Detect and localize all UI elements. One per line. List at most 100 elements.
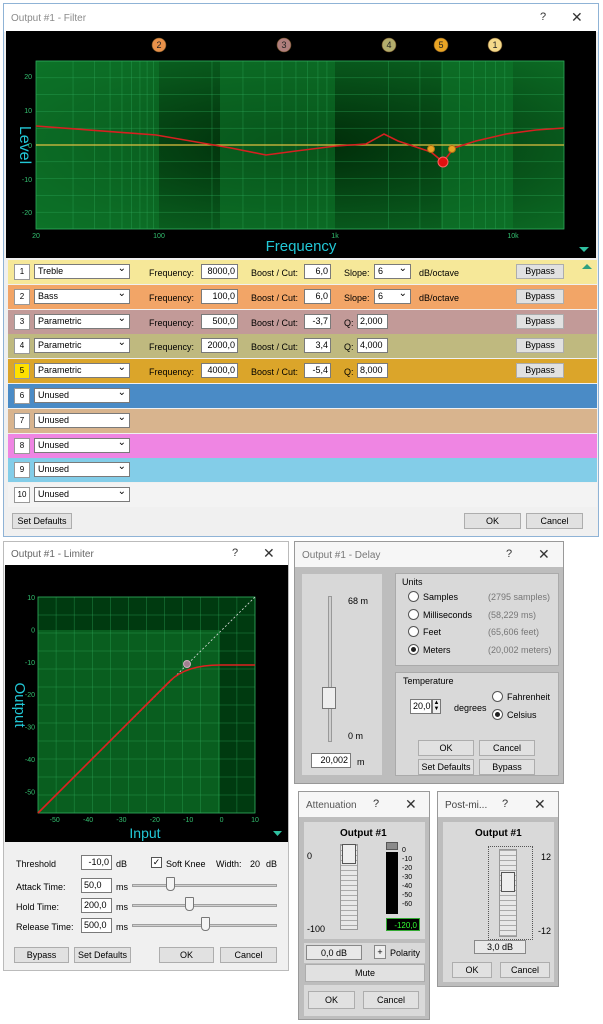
- bypass-button[interactable]: Bypass: [516, 338, 564, 354]
- gain-slider-thumb[interactable]: [501, 872, 515, 892]
- expand-arrow-icon[interactable]: [579, 247, 589, 252]
- boost-cut-input[interactable]: -3,7: [304, 313, 331, 329]
- help-icon[interactable]: ?: [373, 798, 379, 810]
- cancel-button[interactable]: Cancel: [220, 947, 277, 963]
- collapse-arrow-icon[interactable]: [582, 264, 592, 269]
- band-type-select[interactable]: Treble: [34, 262, 130, 279]
- help-icon[interactable]: ?: [540, 11, 546, 23]
- band-handle-selected[interactable]: [437, 156, 449, 168]
- band-type-select[interactable]: Bass: [34, 287, 130, 304]
- frequency-input[interactable]: 100,0: [201, 288, 238, 304]
- threshold-input[interactable]: -10,0: [81, 855, 112, 870]
- release-input[interactable]: 500,0: [81, 918, 112, 933]
- unit-radio-meters[interactable]: [408, 643, 419, 655]
- bypass-button[interactable]: Bypass: [516, 264, 564, 279]
- slope-select[interactable]: 6: [374, 287, 411, 304]
- gain-slider[interactable]: [499, 849, 517, 937]
- hold-input[interactable]: 200,0: [81, 898, 112, 913]
- frequency-input[interactable]: 8000,0: [201, 264, 238, 279]
- filter-graph-panel[interactable]: 20 10 0 -10 -20 20 100 1k 10k Level Frequency 23…: [6, 31, 596, 258]
- bypass-button[interactable]: Bypass: [516, 288, 564, 304]
- unit-radio-samples[interactable]: [408, 591, 419, 602]
- q-input[interactable]: 4,000: [357, 338, 388, 354]
- cancel-button[interactable]: Cancel: [526, 513, 583, 529]
- close-icon[interactable]: ✕: [538, 546, 550, 563]
- bypass-button[interactable]: Bypass: [479, 759, 535, 775]
- band-number[interactable]: 1: [14, 264, 30, 280]
- close-icon[interactable]: ✕: [263, 545, 275, 562]
- close-icon[interactable]: ✕: [571, 9, 583, 26]
- band-handle-4[interactable]: [427, 145, 435, 153]
- band-type-select[interactable]: Parametric: [34, 361, 130, 379]
- ok-button[interactable]: OK: [308, 991, 355, 1009]
- bypass-button[interactable]: Bypass: [516, 363, 564, 379]
- close-icon[interactable]: ✕: [534, 796, 546, 813]
- release-slider-thumb[interactable]: [200, 917, 210, 931]
- q-input[interactable]: 2,000: [357, 313, 388, 329]
- attenuation-slider-thumb[interactable]: [342, 844, 356, 864]
- help-icon[interactable]: ?: [502, 798, 508, 810]
- slope-select[interactable]: 6: [374, 262, 411, 279]
- band-number[interactable]: 9: [14, 462, 30, 479]
- band-number[interactable]: 10: [14, 487, 30, 504]
- band-handle-5[interactable]: [448, 145, 456, 153]
- hold-slider[interactable]: [132, 904, 277, 907]
- band-number[interactable]: 7: [14, 412, 30, 429]
- unit-radio-feet[interactable]: [408, 626, 419, 637]
- delay-slider-thumb[interactable]: [322, 687, 336, 709]
- soft-knee-checkbox[interactable]: ✓: [151, 857, 162, 868]
- cancel-button[interactable]: Cancel: [479, 740, 535, 756]
- filter-response-graph[interactable]: 20100-10-2020 100 1k 10k Level Frequency 23…: [6, 31, 596, 258]
- band-number[interactable]: 5: [14, 363, 30, 380]
- set-defaults-button[interactable]: Set Defaults: [74, 947, 131, 963]
- limiter-curve-graph[interactable]: 100-10-20-30-40-50-50 -40 -30 -20 -10 0 10 Out…: [5, 565, 288, 842]
- limiter-graph-panel[interactable]: 10 0 -10 -20 -30 -40 -50 -50 -40 -30 -20 -10 0 10 Out…: [5, 565, 288, 842]
- boost-cut-input[interactable]: 3,4: [304, 338, 331, 354]
- bypass-button[interactable]: Bypass: [516, 313, 564, 329]
- frequency-input[interactable]: 2000,0: [201, 338, 238, 354]
- ok-button[interactable]: OK: [464, 513, 521, 529]
- temperature-spinner[interactable]: ▲ ▼: [432, 699, 441, 714]
- band-number[interactable]: 8: [14, 437, 30, 454]
- frequency-input[interactable]: 4000,0: [201, 363, 238, 379]
- band-type-select[interactable]: Unused: [34, 411, 130, 428]
- cancel-button[interactable]: Cancel: [363, 991, 419, 1009]
- frequency-input[interactable]: 500,0: [201, 313, 238, 329]
- band-number[interactable]: 6: [14, 388, 30, 404]
- unit-radio-milliseconds[interactable]: [408, 608, 419, 620]
- band-type-select[interactable]: Parametric: [34, 312, 130, 329]
- mute-button[interactable]: Mute: [305, 964, 425, 982]
- hold-slider-thumb[interactable]: [184, 897, 194, 911]
- bypass-button[interactable]: Bypass: [14, 947, 69, 963]
- fahrenheit-radio[interactable]: [492, 691, 503, 702]
- polarity-toggle[interactable]: +: [374, 945, 386, 959]
- set-defaults-button[interactable]: Set Defaults: [12, 513, 72, 529]
- attack-slider[interactable]: [132, 884, 277, 887]
- boost-cut-input[interactable]: -5,4: [304, 363, 331, 379]
- attack-slider-thumb[interactable]: [165, 877, 175, 891]
- set-defaults-button[interactable]: Set Defaults: [418, 759, 474, 775]
- band-type-select[interactable]: Unused: [34, 436, 130, 453]
- delay-slider-track[interactable]: [328, 596, 332, 742]
- attack-input[interactable]: 50,0: [81, 878, 112, 893]
- band-number[interactable]: 3: [14, 313, 30, 330]
- ok-button[interactable]: OK: [418, 740, 474, 756]
- help-icon[interactable]: ?: [232, 547, 238, 559]
- ok-button[interactable]: OK: [159, 947, 214, 963]
- band-number[interactable]: 2: [14, 288, 30, 305]
- boost-cut-input[interactable]: 6,0: [304, 288, 331, 304]
- cancel-button[interactable]: Cancel: [500, 962, 550, 978]
- q-input[interactable]: 8,000: [357, 363, 388, 379]
- celsius-radio[interactable]: [492, 709, 503, 720]
- band-type-select[interactable]: Unused: [34, 485, 130, 503]
- ok-button[interactable]: OK: [452, 962, 492, 978]
- help-icon[interactable]: ?: [506, 548, 512, 560]
- expand-arrow-icon[interactable]: [273, 831, 282, 836]
- close-icon[interactable]: ✕: [405, 796, 417, 813]
- delay-value-input[interactable]: 20,002: [311, 753, 351, 768]
- band-number[interactable]: 4: [14, 338, 30, 355]
- boost-cut-input[interactable]: 6,0: [304, 264, 331, 279]
- band-type-select[interactable]: Parametric: [34, 336, 130, 354]
- threshold-handle[interactable]: [183, 660, 191, 668]
- band-type-select[interactable]: Unused: [34, 386, 130, 403]
